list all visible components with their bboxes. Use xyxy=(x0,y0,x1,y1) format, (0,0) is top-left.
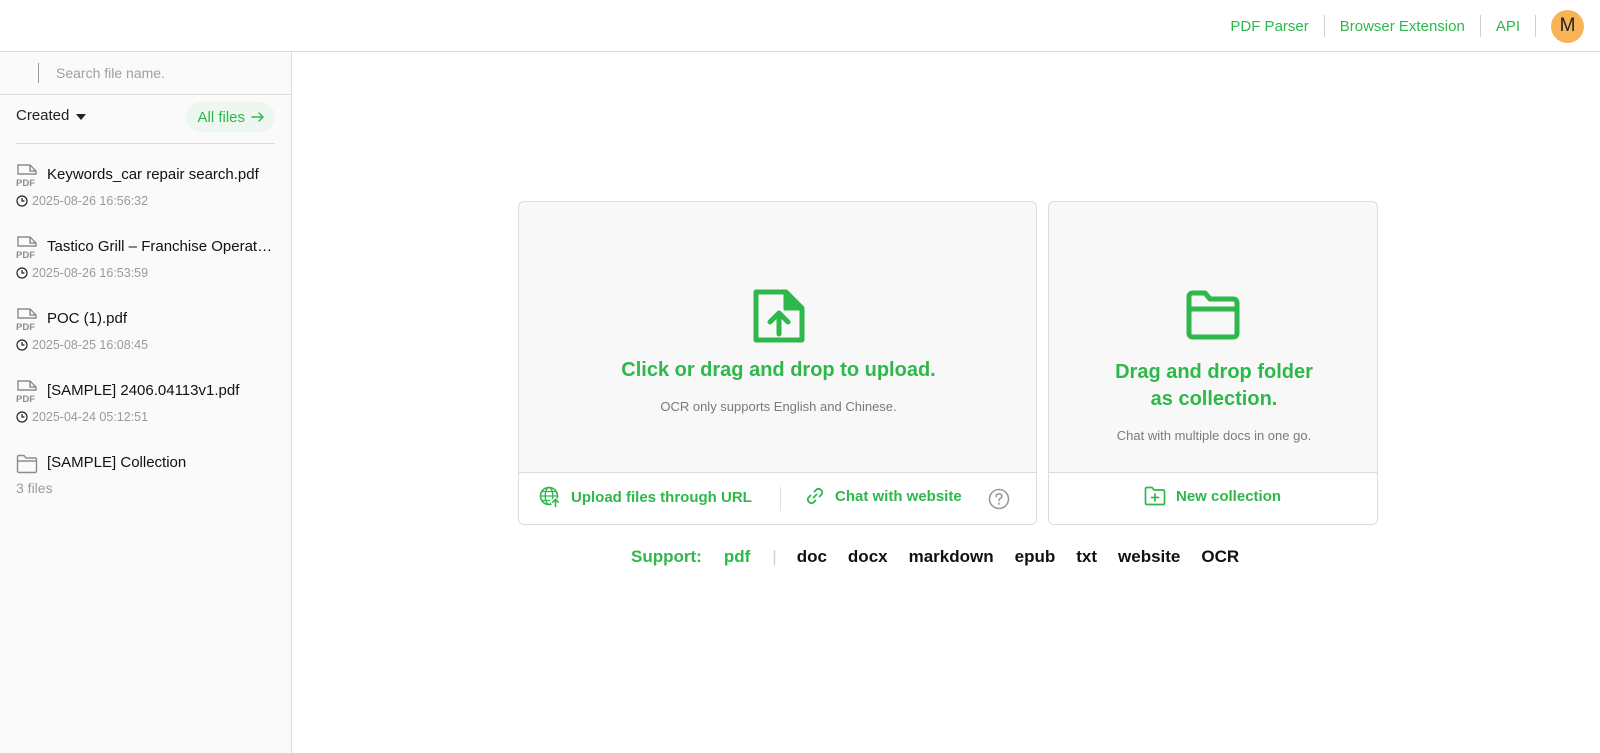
folder-title-line1: Drag and drop folder xyxy=(1115,361,1313,383)
file-timestamp: 2025-04-24 05:12:51 xyxy=(32,410,149,424)
format-website: website xyxy=(1118,547,1181,566)
user-avatar[interactable]: M xyxy=(1551,9,1584,43)
all-files-button[interactable]: All files xyxy=(186,102,275,132)
chat-website-button[interactable]: Chat with website xyxy=(805,486,962,506)
help-icon[interactable] xyxy=(988,488,1010,510)
link-icon xyxy=(806,487,824,505)
main-content: Click or drag and drop to upload. OCR on… xyxy=(293,52,1600,753)
upload-url-button[interactable]: Upload files through URL xyxy=(539,486,752,508)
nav-browser-extension-link[interactable]: Browser Extension xyxy=(1340,18,1465,35)
support-label: Support: xyxy=(631,547,702,566)
file-meta: 2025-08-25 16:08:45 xyxy=(16,338,148,352)
folder-card-actions: New collection xyxy=(1049,473,1377,524)
upload-title: Click or drag and drop to upload. xyxy=(621,359,936,381)
nav-pdf-parser-link[interactable]: PDF Parser xyxy=(1230,18,1308,35)
search-input[interactable] xyxy=(56,60,276,86)
actions-divider xyxy=(780,487,781,511)
upload-card-actions: Upload files through URL Chat with websi… xyxy=(519,473,1036,524)
file-meta: 2025-08-26 16:56:32 xyxy=(16,194,148,208)
file-item[interactable]: PDF Tastico Grill – Franchise Operations… xyxy=(0,234,292,306)
file-name: Tastico Grill – Franchise Operations.pdf xyxy=(47,238,275,255)
svg-text:PDF: PDF xyxy=(16,322,35,332)
svg-text:PDF: PDF xyxy=(16,394,35,404)
folder-plus-icon xyxy=(1144,486,1166,506)
file-item[interactable]: PDF Keywords_car repair search.pdf 2025-… xyxy=(0,162,292,234)
clock-icon xyxy=(16,195,28,207)
file-upload-icon xyxy=(753,289,805,343)
svg-text:PDF: PDF xyxy=(16,178,35,188)
file-name: [SAMPLE] 2406.04113v1.pdf xyxy=(47,382,240,399)
file-name: Keywords_car repair search.pdf xyxy=(47,166,259,183)
file-list: PDF Keywords_car repair search.pdf 2025-… xyxy=(0,162,292,522)
sort-dropdown[interactable]: Created xyxy=(16,107,87,124)
format-markdown: markdown xyxy=(908,547,994,566)
folder-icon xyxy=(1186,290,1240,340)
folder-subtitle: Chat with multiple docs in one go. xyxy=(1116,428,1312,443)
sidebar: Created All files PDF Keywords_car repai… xyxy=(0,52,292,753)
arrow-right-icon xyxy=(251,112,264,122)
sort-label: Created xyxy=(16,107,70,124)
upload-url-label: Upload files through URL xyxy=(571,488,752,506)
supported-formats: Support: pdf | doc docx markdown epub tx… xyxy=(631,547,1239,567)
file-timestamp: 2025-08-25 16:08:45 xyxy=(32,338,149,352)
search-caret xyxy=(38,63,39,83)
svg-text:PDF: PDF xyxy=(16,250,35,260)
file-meta: 2025-08-26 16:53:59 xyxy=(16,266,148,280)
format-ocr: OCR xyxy=(1201,547,1240,566)
collection-item[interactable]: [SAMPLE] Collection 3 files xyxy=(0,450,292,522)
pdf-file-icon: PDF xyxy=(16,236,37,260)
folder-card[interactable]: Drag and drop folder as collection. Chat… xyxy=(1048,201,1378,525)
all-files-label: All files xyxy=(197,108,245,126)
sort-bar: Created All files xyxy=(16,102,275,144)
top-nav: PDF Parser Browser Extension API M xyxy=(1230,9,1584,43)
format-pdf: pdf xyxy=(723,547,751,566)
nav-divider xyxy=(1535,15,1536,37)
file-timestamp: 2025-08-26 16:56:32 xyxy=(32,194,149,208)
top-header: PDF Parser Browser Extension API M xyxy=(0,0,1600,52)
format-epub: epub xyxy=(1014,547,1056,566)
new-collection-label: New collection xyxy=(1176,487,1282,505)
file-meta: 2025-04-24 05:12:51 xyxy=(16,410,148,424)
upload-card[interactable]: Click or drag and drop to upload. OCR on… xyxy=(518,201,1037,525)
collection-name: [SAMPLE] Collection xyxy=(47,454,187,471)
caret-down-icon xyxy=(76,113,87,120)
folder-title-line2: as collection. xyxy=(1150,388,1278,410)
collection-count: 3 files xyxy=(16,480,53,496)
nav-divider xyxy=(1479,15,1481,37)
chat-website-label: Chat with website xyxy=(835,487,962,505)
folder-icon xyxy=(16,454,38,474)
clock-icon xyxy=(16,267,28,279)
search-bar xyxy=(0,52,291,95)
globe-upload-icon xyxy=(539,486,560,508)
format-txt: txt xyxy=(1076,547,1098,566)
nav-api-link[interactable]: API xyxy=(1496,18,1520,35)
file-item[interactable]: PDF [SAMPLE] 2406.04113v1.pdf 2025-04-24… xyxy=(0,378,292,450)
file-timestamp: 2025-08-26 16:53:59 xyxy=(32,266,149,280)
pdf-file-icon: PDF xyxy=(16,308,37,332)
nav-divider xyxy=(1323,15,1325,37)
file-item[interactable]: PDF POC (1).pdf 2025-08-25 16:08:45 xyxy=(0,306,292,378)
format-divider: | xyxy=(772,547,777,566)
format-docx: docx xyxy=(847,547,888,566)
pdf-file-icon: PDF xyxy=(16,380,37,404)
upload-subtitle: OCR only supports English and Chinese. xyxy=(660,399,897,414)
new-collection-button[interactable]: New collection xyxy=(1144,486,1281,506)
file-name: POC (1).pdf xyxy=(47,310,128,327)
pdf-file-icon: PDF xyxy=(16,164,37,188)
clock-icon xyxy=(16,411,28,423)
clock-icon xyxy=(16,339,28,351)
format-doc: doc xyxy=(796,547,827,566)
